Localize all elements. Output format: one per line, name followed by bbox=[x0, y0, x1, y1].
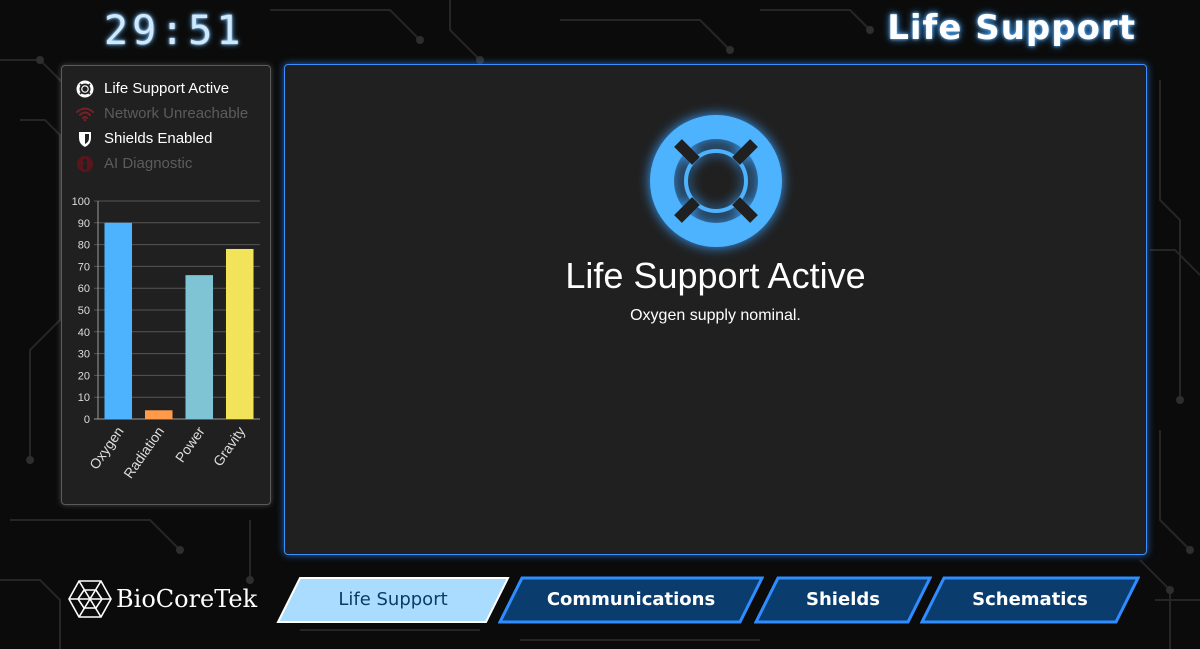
y-tick-label: 50 bbox=[78, 305, 90, 317]
status-list: Life Support Active Network Unreachable bbox=[74, 76, 248, 176]
status-item-ai-diagnostic: AI Diagnostic bbox=[74, 151, 248, 176]
x-tick-label: Oxygen bbox=[86, 424, 127, 473]
wifi-icon bbox=[74, 105, 96, 123]
tab-label: Shields bbox=[806, 589, 880, 610]
main-status-title: Life Support Active bbox=[565, 255, 866, 296]
lifebuoy-icon bbox=[74, 80, 96, 98]
tab-label: Life Support bbox=[338, 589, 448, 610]
main-status-subtitle: Oxygen supply nominal. bbox=[630, 307, 801, 324]
ai-robot-icon bbox=[74, 155, 96, 173]
y-tick-label: 20 bbox=[78, 370, 90, 382]
y-tick-label: 90 bbox=[78, 218, 90, 230]
brand-logo: BioCoreTek bbox=[68, 579, 257, 619]
x-tick-label: Radiation bbox=[120, 424, 167, 482]
status-panel: Life Support Active Network Unreachable bbox=[61, 65, 271, 505]
status-label: Network Unreachable bbox=[104, 105, 249, 122]
hexagon-logo-icon bbox=[68, 580, 112, 618]
tab-label: Communications bbox=[546, 589, 716, 610]
tab-life-support[interactable]: Life Support bbox=[276, 576, 510, 624]
y-tick-label: 40 bbox=[78, 327, 90, 339]
countdown-clock: 29:51 bbox=[104, 8, 245, 54]
y-tick-label: 80 bbox=[78, 240, 90, 252]
tab-schematics[interactable]: Schematics bbox=[920, 576, 1140, 624]
status-bar-chart: 0 10 20 30 40 50 60 70 80 90 100 OxygenRadiation Pow… bbox=[72, 196, 260, 482]
tab-communications[interactable]: Communications bbox=[498, 576, 764, 624]
page-title: Life Support bbox=[887, 8, 1136, 48]
x-tick-label: Power bbox=[172, 423, 208, 465]
status-label: AI Diagnostic bbox=[104, 155, 193, 172]
lifebuoy-icon bbox=[650, 115, 782, 252]
tab-shields[interactable]: Shields bbox=[754, 576, 932, 624]
y-tick-label: 0 bbox=[84, 414, 90, 426]
status-label: Shields Enabled bbox=[104, 130, 213, 147]
bar-gravity bbox=[225, 248, 254, 419]
status-item-shields: Shields Enabled bbox=[74, 126, 248, 151]
y-tick-label: 10 bbox=[78, 392, 90, 404]
brand-name: BioCoreTek bbox=[116, 585, 258, 613]
status-label: Life Support Active bbox=[104, 80, 230, 97]
bar-radiation bbox=[144, 410, 173, 419]
tab-label: Schematics bbox=[972, 589, 1088, 610]
status-item-life-support: Life Support Active bbox=[74, 76, 248, 101]
y-tick-label: 70 bbox=[78, 261, 90, 273]
x-tick-label: Gravity bbox=[210, 424, 249, 470]
main-panel: Life Support Active Oxygen supply nomina… bbox=[284, 64, 1147, 555]
bar-power bbox=[185, 275, 214, 419]
y-tick-label: 60 bbox=[78, 283, 90, 295]
shield-icon bbox=[74, 130, 96, 148]
status-item-network: Network Unreachable bbox=[74, 101, 248, 126]
y-tick-label: 30 bbox=[78, 349, 90, 361]
y-tick-label: 100 bbox=[72, 196, 90, 208]
bar-oxygen bbox=[104, 222, 133, 419]
